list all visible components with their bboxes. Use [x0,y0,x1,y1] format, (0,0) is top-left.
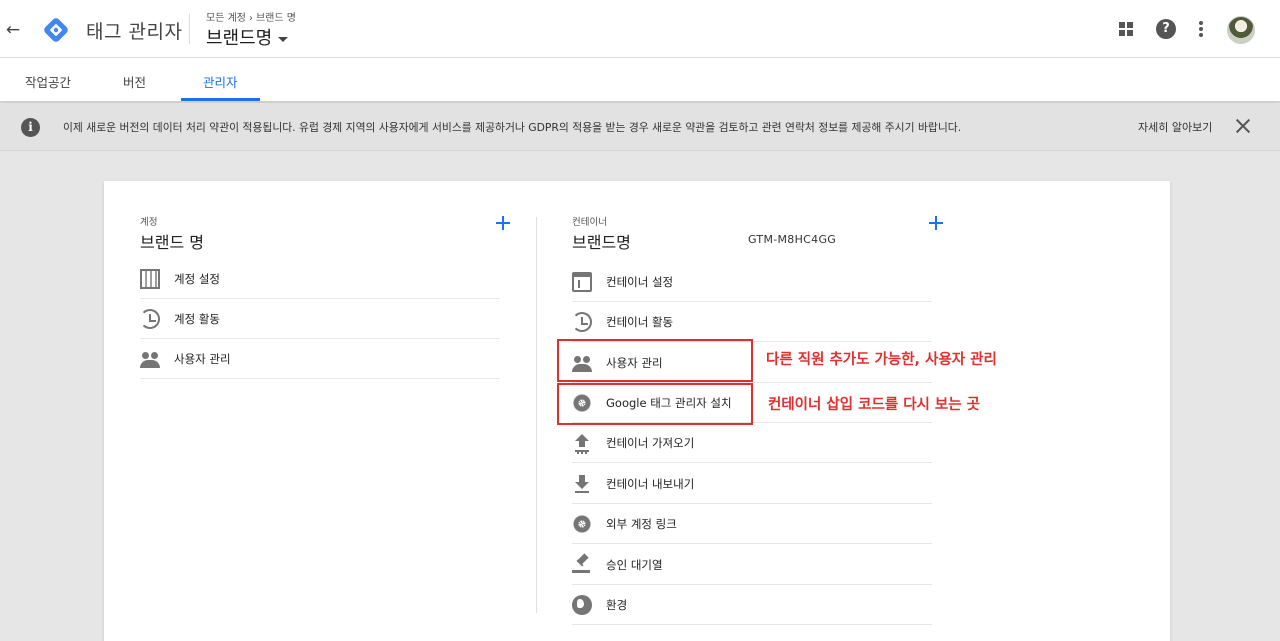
container-id[interactable]: GTM-M8HC4GG [748,233,836,246]
notice-text: 이제 새로운 버전의 데이터 처리 약관이 적용됩니다. 유럽 경제 지역의 사… [63,121,962,134]
external-account-links-label: 외부 계정 링크 [606,517,677,531]
apps-grid-icon[interactable] [1119,22,1133,36]
building-icon [140,269,160,289]
tab-bar: 작업공간 버전 관리자 [0,58,1280,102]
notice-banner: i 이제 새로운 버전의 데이터 처리 약관이 적용됩니다. 유럽 경제 지역의… [0,103,1280,151]
history-icon [140,309,160,329]
import-container-item[interactable]: 컨테이너 가져오기 [572,423,932,463]
user-management-annotation: 다른 직원 추가도 가능한, 사용자 관리 [766,352,997,368]
history-icon [572,312,592,332]
back-arrow-icon[interactable]: ← [4,19,22,41]
breadcrumb: 모든 계정 › 브랜드 명 [206,9,296,24]
tab-versions[interactable]: 버전 [123,72,146,91]
account-activity-label: 계정 활동 [174,312,220,326]
account-label: 계정 [140,217,158,228]
container-settings-label: 컨테이너 설정 [606,275,674,289]
column-divider [536,217,537,613]
download-icon [572,474,592,494]
export-container-label: 컨테이너 내보내기 [606,477,695,491]
approval-queue-label: 승인 대기열 [606,558,663,572]
globe-icon [572,595,592,615]
install-highlight [557,383,753,425]
approval-queue-item[interactable]: 승인 대기열 [572,545,932,585]
account-title: 브랜드 명 [140,233,204,252]
web-icon [572,272,592,292]
environments-label: 환경 [606,598,628,612]
account-settings-label: 계정 설정 [174,272,220,286]
account-name: 브랜드명 [206,28,273,49]
product-name: 태그 관리자 [86,21,183,43]
dropdown-caret-icon [278,36,289,42]
tag-manager-logo [44,18,68,42]
container-activity-label: 컨테이너 활동 [606,315,674,329]
export-container-item[interactable]: 컨테이너 내보내기 [572,464,932,504]
account-settings-item[interactable]: 계정 설정 [140,259,500,299]
import-container-label: 컨테이너 가져오기 [606,436,695,450]
learn-more-link[interactable]: 자세히 알아보기 [1138,119,1212,135]
account-user-management-item[interactable]: 사용자 관리 [140,339,500,379]
close-icon[interactable] [1234,117,1252,135]
upload-icon [572,433,592,453]
user-management-highlight [557,339,753,382]
app-header: ← 태그 관리자 모든 계정 › 브랜드 명 브랜드명 ? [0,0,1280,58]
info-icon: i [21,118,40,137]
add-account-icon[interactable] [496,216,510,230]
account-selector[interactable]: 브랜드명 [206,24,289,50]
header-divider [189,14,190,44]
account-activity-item[interactable]: 계정 활동 [140,299,500,339]
breadcrumb-current: 브랜드 명 [255,13,296,24]
container-title: 브랜드명 [572,233,631,252]
tab-admin[interactable]: 관리자 [203,72,238,91]
breadcrumb-root[interactable]: 모든 계정 [206,13,246,24]
account-user-management-label: 사용자 관리 [174,352,231,366]
help-icon[interactable]: ? [1156,19,1176,39]
container-activity-item[interactable]: 컨테이너 활동 [572,302,932,342]
container-settings-item[interactable]: 컨테이너 설정 [572,262,932,302]
tab-workspace[interactable]: 작업공간 [25,72,71,91]
avatar[interactable] [1227,16,1255,44]
gavel-icon [572,555,592,575]
container-label: 컨테이너 [572,217,607,228]
active-tab-indicator [181,98,260,101]
more-options-icon[interactable] [1199,21,1203,37]
add-container-icon[interactable] [929,216,943,230]
people-icon [140,349,160,369]
external-account-links-item[interactable]: 외부 계정 링크 [572,504,932,544]
install-annotation: 컨테이너 삽입 코드를 다시 보는 곳 [768,397,980,413]
breadcrumb-separator: › [248,13,253,24]
environments-item[interactable]: 환경 [572,585,932,625]
gear-icon [572,514,592,534]
